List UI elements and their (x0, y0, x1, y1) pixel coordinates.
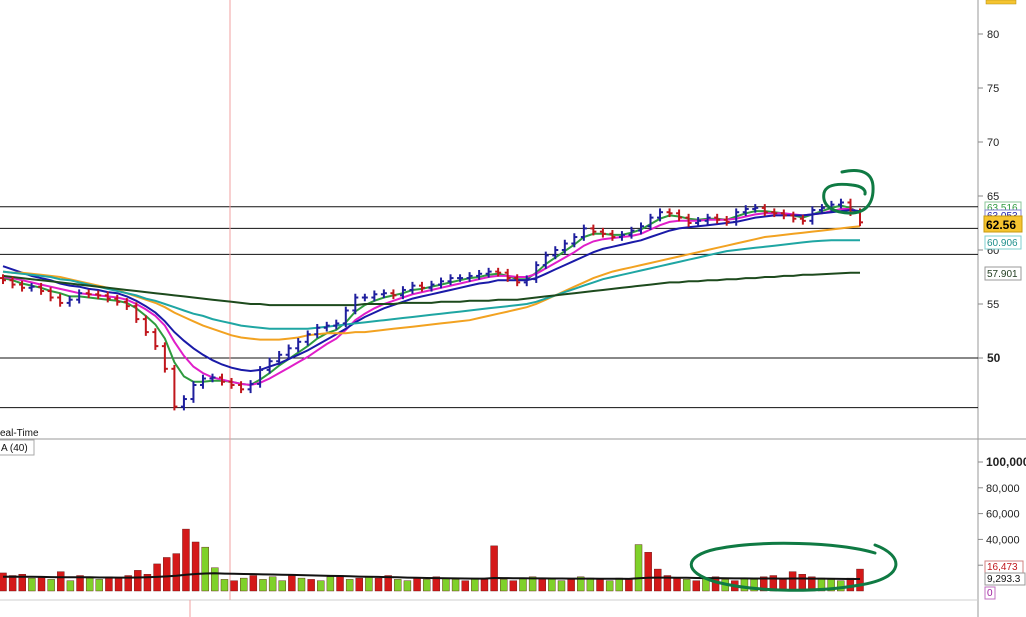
volume-bar (451, 579, 460, 592)
volume-bar (365, 576, 373, 592)
volume-bar (336, 575, 344, 592)
volume-bar (490, 545, 498, 592)
volume-bar (471, 577, 479, 592)
volume-bar (201, 546, 209, 592)
volume-bar (37, 576, 46, 592)
svg-text:16,473: 16,473 (987, 562, 1018, 573)
volume-bar (403, 580, 412, 592)
volume-tag-zero: 0 (984, 586, 996, 600)
volume-bar (856, 568, 864, 592)
volume-bar (538, 579, 546, 592)
volume-bar (230, 580, 238, 592)
price-tick-label: 75 (987, 83, 999, 95)
volume-bar (345, 579, 354, 592)
svg-text:60.906: 60.906 (987, 238, 1018, 249)
volume-bar (317, 580, 325, 592)
volume-bar (500, 579, 508, 592)
volume-bar (220, 579, 229, 592)
volume-bar (586, 577, 595, 592)
volume-bar (355, 577, 363, 592)
volume-tag-1: 16,473 (984, 560, 1024, 574)
last-price-tag: 62.56 (983, 215, 1023, 233)
top-right-yellow-box (985, 0, 1017, 5)
volume-bar (211, 567, 219, 592)
volume-bar (0, 572, 7, 592)
volume-ma-label: A (40) (1, 443, 28, 454)
price-tick-label: 70 (987, 137, 999, 149)
volume-bar (413, 577, 421, 592)
volume-bar (191, 541, 200, 592)
volume-bar (394, 579, 402, 592)
volume-bar (28, 577, 36, 592)
volume-bar (615, 577, 623, 592)
volume-bar (8, 575, 17, 592)
chart-canvas[interactable]: 50556065707580 20,00040,00060,00080,0001… (0, 0, 1026, 617)
svg-text:0: 0 (987, 588, 993, 599)
volume-bar (625, 579, 633, 592)
volume-bar (480, 579, 489, 592)
volume-tag-2: 9,293.3 (984, 572, 1026, 586)
volume-bar (268, 576, 277, 592)
volume-bar (95, 579, 103, 592)
volume-bar (422, 579, 431, 592)
svg-text:57.901: 57.901 (987, 269, 1018, 280)
volume-bar (182, 528, 190, 592)
price-tag-4: 57.901 (984, 266, 1022, 281)
volume-bar (509, 580, 518, 592)
volume-bar (596, 579, 604, 592)
volume-bar (114, 577, 123, 592)
volume-panel-bg (0, 440, 978, 590)
volume-tick-label: 100,000 (986, 455, 1026, 469)
volume-bar (162, 557, 171, 592)
volume-bar (682, 579, 691, 592)
volume-bar (605, 580, 614, 592)
volume-bar (47, 579, 55, 592)
volume-bar (374, 577, 383, 592)
price-tick-label: 65 (987, 191, 999, 203)
price-panel-bg (0, 0, 978, 438)
realtime-label: eal-Time (0, 428, 39, 439)
volume-bar (567, 579, 575, 592)
volume-bar (249, 575, 258, 592)
volume-bar (519, 577, 527, 592)
price-tick-label: 80 (987, 29, 999, 41)
price-tag-3: 60.906 (984, 235, 1022, 250)
volume-bar (654, 568, 662, 592)
volume-bar (172, 553, 181, 592)
volume-tick-label: 60,000 (986, 509, 1020, 521)
volume-bar (788, 571, 797, 592)
volume-bar (307, 579, 315, 592)
volume-tick-label: 80,000 (986, 483, 1020, 495)
volume-bar (644, 552, 652, 592)
volume-bar (105, 576, 113, 592)
volume-bar (673, 577, 681, 592)
volume-bar (297, 577, 306, 592)
price-tick-label: 50 (987, 351, 1001, 365)
svg-text:62.56: 62.56 (986, 218, 1016, 232)
volume-bar (278, 580, 286, 592)
volume-bar (326, 576, 335, 592)
axis-strip (978, 0, 1026, 617)
volume-bar (548, 577, 556, 592)
volume-bar (57, 571, 65, 592)
volume-bar (442, 577, 450, 592)
volume-bar (692, 580, 701, 592)
volume-bar (798, 574, 806, 592)
volume-bar (85, 577, 94, 592)
svg-text:9,293.3: 9,293.3 (987, 574, 1021, 585)
price-tick-label: 55 (987, 299, 999, 311)
volume-bar (134, 570, 142, 592)
volume-bar (66, 580, 75, 592)
volume-bar (557, 580, 566, 592)
volume-bar (461, 580, 469, 592)
volume-bar (846, 577, 855, 592)
volume-tick-label: 40,000 (986, 534, 1020, 546)
volume-bar (240, 577, 248, 592)
volume-bar (288, 574, 296, 592)
volume-bar (634, 544, 643, 592)
volume-bar (259, 579, 267, 592)
